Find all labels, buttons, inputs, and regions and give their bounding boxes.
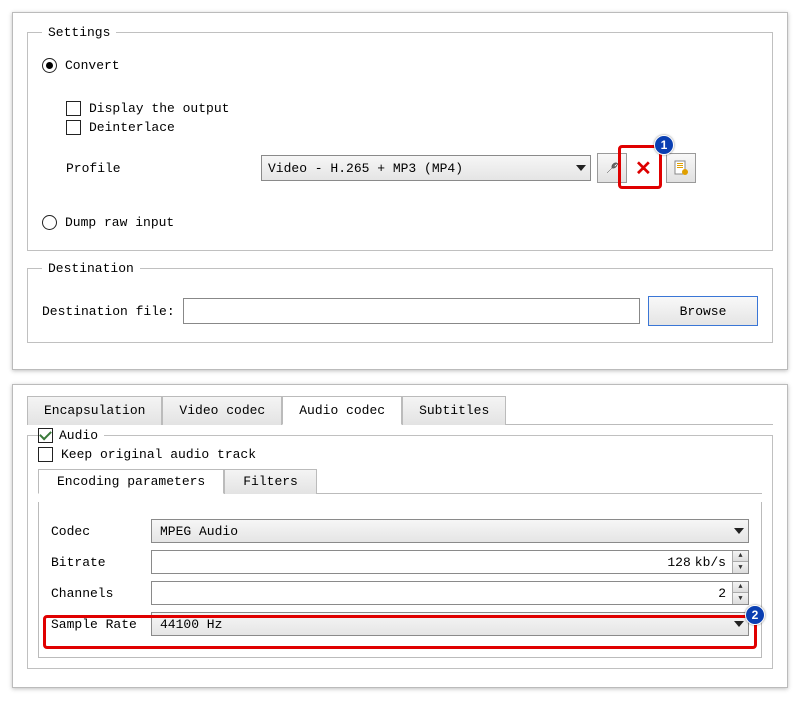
bitrate-label: Bitrate	[51, 555, 151, 570]
codec-select[interactable]: MPEG Audio	[151, 519, 749, 543]
deinterlace-row[interactable]: Deinterlace	[66, 120, 758, 135]
new-profile-icon	[673, 160, 689, 176]
display-output-checkbox[interactable]	[66, 101, 81, 116]
codec-tabs: Encapsulation Video codec Audio codec Su…	[27, 395, 773, 425]
dump-raw-label: Dump raw input	[65, 215, 174, 230]
display-output-row[interactable]: Display the output	[66, 101, 758, 116]
sample-rate-row: Sample Rate 44100 Hz	[51, 612, 749, 636]
bitrate-value: 128	[667, 555, 694, 570]
destination-fieldset: Destination Destination file: Browse	[27, 261, 773, 343]
browse-label: Browse	[680, 304, 727, 319]
delete-profile-button[interactable]: ✕	[635, 156, 652, 181]
codec-value: MPEG Audio	[160, 524, 238, 539]
channels-label: Channels	[51, 586, 151, 601]
channels-row: Channels 2 ▲▼	[51, 581, 749, 605]
display-output-label: Display the output	[89, 101, 229, 116]
profile-label: Profile	[66, 161, 261, 176]
profile-row: Profile Video - H.265 + MP3 (MP4) ✕	[66, 153, 758, 183]
channels-value: 2	[718, 586, 732, 601]
destination-file-label: Destination file:	[42, 304, 175, 319]
sample-rate-select[interactable]: 44100 Hz	[151, 612, 749, 636]
keep-original-row[interactable]: Keep original audio track	[38, 447, 762, 462]
profile-value: Video - H.265 + MP3 (MP4)	[268, 161, 463, 176]
settings-legend: Settings	[42, 25, 116, 40]
encoding-subtabs: Encoding parameters Filters	[38, 468, 762, 494]
keep-original-label: Keep original audio track	[61, 447, 256, 462]
bitrate-unit: kb/s	[695, 555, 732, 570]
tab-audio-codec[interactable]: Audio codec	[282, 396, 402, 425]
convert-radio-row[interactable]: Convert	[42, 58, 758, 73]
codec-settings-panel: Encapsulation Video codec Audio codec Su…	[12, 384, 788, 688]
channels-spin-buttons[interactable]: ▲▼	[732, 582, 748, 604]
chevron-down-icon	[734, 621, 744, 627]
chevron-down-icon	[734, 528, 744, 534]
audio-group: Audio Keep original audio track Encoding…	[27, 435, 773, 669]
subtab-encoding-parameters[interactable]: Encoding parameters	[38, 469, 224, 494]
audio-group-label: Audio	[59, 428, 98, 443]
settings-panel: Settings Convert Display the output Dein…	[12, 12, 788, 370]
tab-encapsulation[interactable]: Encapsulation	[27, 396, 162, 425]
codec-row: Codec MPEG Audio	[51, 519, 749, 543]
new-profile-button[interactable]	[666, 153, 696, 183]
destination-legend: Destination	[42, 261, 140, 276]
tab-subtitles[interactable]: Subtitles	[402, 396, 506, 425]
settings-fieldset: Settings Convert Display the output Dein…	[27, 25, 773, 251]
convert-radio[interactable]	[42, 58, 57, 73]
keep-original-checkbox[interactable]	[38, 447, 53, 462]
deinterlace-label: Deinterlace	[89, 120, 175, 135]
profile-select[interactable]: Video - H.265 + MP3 (MP4)	[261, 155, 591, 181]
bitrate-row: Bitrate 128 kb/s ▲▼	[51, 550, 749, 574]
browse-button[interactable]: Browse	[648, 296, 758, 326]
chevron-down-icon	[576, 165, 586, 171]
audio-checkbox[interactable]	[38, 428, 53, 443]
dump-raw-row[interactable]: Dump raw input	[42, 215, 758, 230]
audio-group-header[interactable]: Audio	[38, 428, 104, 443]
edit-profile-button[interactable]	[597, 153, 627, 183]
convert-label: Convert	[65, 58, 120, 73]
deinterlace-checkbox[interactable]	[66, 120, 81, 135]
encoding-parameters-body: Codec MPEG Audio Bitrate 128 kb/s ▲▼ Cha…	[38, 502, 762, 658]
dump-raw-radio[interactable]	[42, 215, 57, 230]
annotation-callout-1: 1	[654, 135, 674, 155]
sample-rate-label: Sample Rate	[51, 617, 151, 632]
bitrate-spin-buttons[interactable]: ▲▼	[732, 551, 748, 573]
subtab-filters[interactable]: Filters	[224, 469, 317, 494]
channels-spinner[interactable]: 2 ▲▼	[151, 581, 749, 605]
codec-label: Codec	[51, 524, 151, 539]
tab-video-codec[interactable]: Video codec	[162, 396, 282, 425]
destination-file-input[interactable]	[183, 298, 640, 324]
sample-rate-value: 44100 Hz	[160, 617, 222, 632]
wrench-icon	[604, 160, 620, 176]
bitrate-spinner[interactable]: 128 kb/s ▲▼	[151, 550, 749, 574]
